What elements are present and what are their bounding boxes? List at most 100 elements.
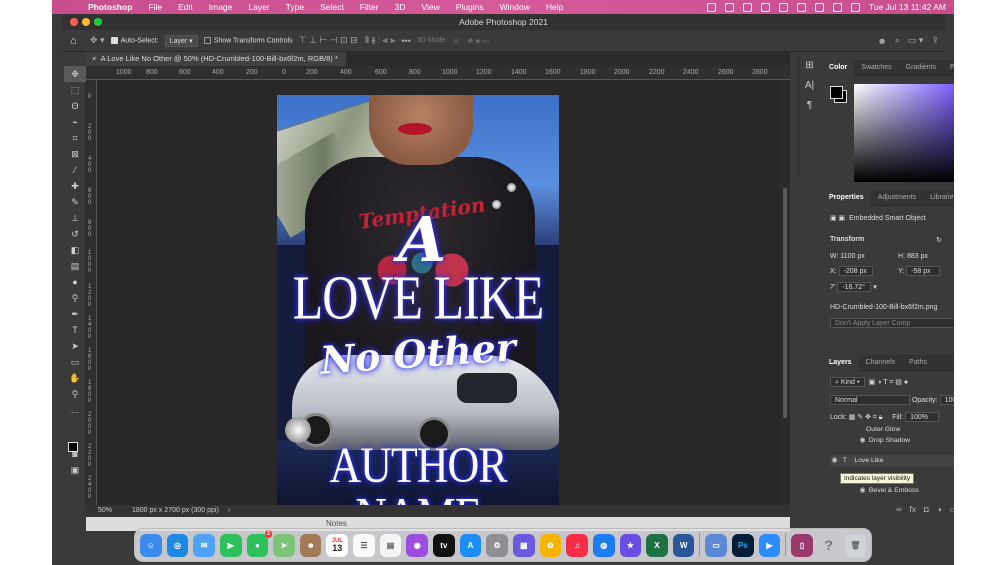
wifi-icon[interactable] (742, 2, 752, 12)
effect-bevel-row[interactable]: ◉ Bevel & Emboss (858, 485, 954, 497)
contacts-icon[interactable]: ☻ (299, 533, 322, 557)
blend-mode-dropdown[interactable]: Normal (830, 395, 910, 405)
menu-3d[interactable]: 3D (387, 2, 414, 12)
move-tool-preset-icon[interactable]: ✥ ▾ (90, 35, 105, 46)
menu-file[interactable]: File (140, 2, 170, 12)
horizontal-ruler[interactable]: 1000 800 600 400 200 0 200 400 600 800 1… (86, 66, 790, 80)
x-value-field[interactable]: -208 px (838, 266, 873, 276)
eraser-tool-icon[interactable]: ◧ (64, 242, 86, 258)
adjustment-layer-icon[interactable]: ◑ (937, 505, 942, 514)
link-layers-icon[interactable]: ∞ (896, 505, 902, 514)
crop-tool-icon[interactable]: ⌗ (64, 130, 86, 146)
messages-icon[interactable]: ● 2 (246, 529, 273, 557)
photos-icon[interactable]: ✿ (539, 533, 562, 557)
menu-clock[interactable]: Tue Jul 13 11:42 AM (869, 2, 946, 12)
menu-type[interactable]: Type (278, 2, 312, 12)
home-icon[interactable]: ⌂ (70, 35, 84, 47)
finder-icon[interactable]: ☺ (140, 533, 162, 557)
shape-tool-icon[interactable]: ▭ (64, 354, 86, 370)
photoshop-dock-icon[interactable]: Ps (732, 533, 754, 557)
battery-icon[interactable] (796, 2, 806, 12)
color-fg-swatch[interactable] (830, 86, 843, 99)
history-panel-icon[interactable]: ⊞ (799, 56, 820, 76)
app-store-icon[interactable]: A (459, 533, 482, 557)
frame-tool-icon[interactable]: ⊠ (64, 146, 86, 162)
history-brush-icon[interactable]: ↺ (64, 226, 86, 242)
add-mask-icon[interactable]: ◘ (924, 505, 929, 514)
excel-icon[interactable]: X (646, 533, 668, 557)
menu-plugins[interactable]: Plugins (448, 2, 492, 12)
document-tab[interactable]: × A Love Like No Other @ 50% (HD-Crumble… (86, 52, 346, 66)
search-icon[interactable] (814, 2, 824, 12)
gradient-tool-icon[interactable]: ▤ (64, 258, 86, 274)
zoom-video-icon[interactable]: ▶ (758, 533, 781, 557)
brush-tool-icon[interactable]: ✎ (64, 194, 86, 210)
zoom-app-icon[interactable]: ◍ (592, 533, 615, 557)
display-icon[interactable] (760, 2, 770, 12)
layer-name[interactable]: Love Like (854, 457, 883, 464)
layer-filter-dropdown[interactable]: ⌕ Kind ▾ (830, 377, 865, 387)
path-select-icon[interactable]: ➤ (64, 338, 86, 354)
fill-field[interactable]: 100% (905, 412, 940, 422)
w-value[interactable]: 1100 px (840, 253, 864, 260)
flag-icon[interactable] (850, 2, 860, 12)
more-options-icon[interactable]: ••• (401, 36, 410, 46)
lock-icons[interactable]: ▦ ✎ ✥ ⌗ 🔒︎ (849, 414, 883, 421)
auto-select-dropdown[interactable]: Layer ▾ (164, 34, 198, 47)
security-icon[interactable] (724, 2, 734, 12)
eyedropper-tool-icon[interactable]: ⁄ (64, 162, 86, 178)
menu-image[interactable]: Image (201, 2, 241, 12)
y-value-field[interactable]: -58 px (906, 266, 941, 276)
record-icon[interactable] (706, 2, 716, 12)
launchpad-icon[interactable]: ▦ (512, 533, 535, 557)
facetime-icon[interactable]: ▶ (219, 533, 242, 557)
menu-window[interactable]: Window (492, 2, 538, 12)
tab-patterns[interactable]: Patterns (943, 60, 954, 76)
menu-select[interactable]: Select (312, 2, 352, 12)
character-panel-icon[interactable]: A| (799, 76, 820, 96)
auto-select-checkbox[interactable] (110, 36, 118, 44)
align-icons[interactable]: ⊤ ⊥ ⊢ ⊣ ⊡ ⊟ ⫴ ⫵ ⫶ ⫷ ⫸ (299, 35, 396, 46)
screen-mode-icon[interactable]: ▣ (64, 462, 86, 478)
opacity-field[interactable]: 100% (939, 395, 954, 405)
book-cover-canvas[interactable]: Temptation A LOVE LIKE No Other AUTHOR N… (277, 95, 559, 505)
h-value[interactable]: 883 px (907, 253, 928, 260)
podcasts-icon[interactable]: ◉ (406, 533, 429, 557)
color-picker-field[interactable] (854, 84, 954, 182)
marquee-tool-icon[interactable]: ⬚ (64, 82, 86, 98)
layer-visibility-eye-icon[interactable]: ◉ (830, 455, 839, 467)
zoom-tool-icon[interactable]: ⚲ (64, 386, 86, 402)
apple-tv-icon[interactable]: tv (433, 533, 455, 557)
bluetooth-icon[interactable] (778, 2, 788, 12)
notes-app-icon[interactable]: ▤ (379, 533, 402, 557)
search-icon[interactable]: ⌕ (895, 35, 900, 46)
canvas-vertical-scrollbar[interactable] (780, 80, 790, 505)
tab-paths[interactable]: Paths (902, 355, 934, 371)
tab-channels[interactable]: Channels (859, 355, 903, 371)
move-tool-icon[interactable]: ✥ (64, 66, 86, 82)
eye-icon[interactable]: ◉ (858, 485, 867, 497)
layer-comp-dropdown[interactable]: Don't Apply Layer Comp (830, 318, 954, 328)
preview-icon[interactable]: ▭ (705, 533, 728, 557)
dodge-tool-icon[interactable]: ⚲ (64, 290, 86, 306)
menu-help[interactable]: Help (538, 2, 571, 12)
menu-edit[interactable]: Edit (170, 2, 201, 12)
vertical-ruler[interactable]: 0 2 0 0 4 0 0 6 0 0 8 0 0 1 0 0 0 1 2 0 … (86, 80, 97, 505)
scroll-thumb[interactable] (783, 188, 787, 418)
blur-tool-icon[interactable]: ● (64, 274, 86, 290)
pen-tool-icon[interactable]: ✒ (64, 306, 86, 322)
quick-select-tool-icon[interactable]: ⌁ (64, 114, 86, 130)
layer-row-love-like[interactable]: ◉ T Love Likefx (830, 455, 954, 467)
reset-transform-icon[interactable]: ↻ (936, 236, 942, 244)
more-tools-icon[interactable]: … (64, 402, 86, 418)
reminders-icon[interactable]: ☰ (353, 533, 375, 557)
status-arrow-icon[interactable]: › (228, 505, 230, 517)
eye-icon[interactable]: ◉ (858, 435, 867, 447)
word-icon[interactable]: W (672, 533, 695, 557)
tab-adjustments[interactable]: Adjustments (871, 190, 924, 206)
menu-app-name[interactable]: Photoshop (80, 2, 140, 12)
share-user-icon[interactable]: ☻ (877, 36, 886, 46)
tab-color[interactable]: Color (822, 59, 855, 76)
effect-drop-shadow-row[interactable]: ◉ Drop Shadow (858, 435, 954, 447)
mail-icon[interactable]: ✉ (193, 533, 215, 557)
